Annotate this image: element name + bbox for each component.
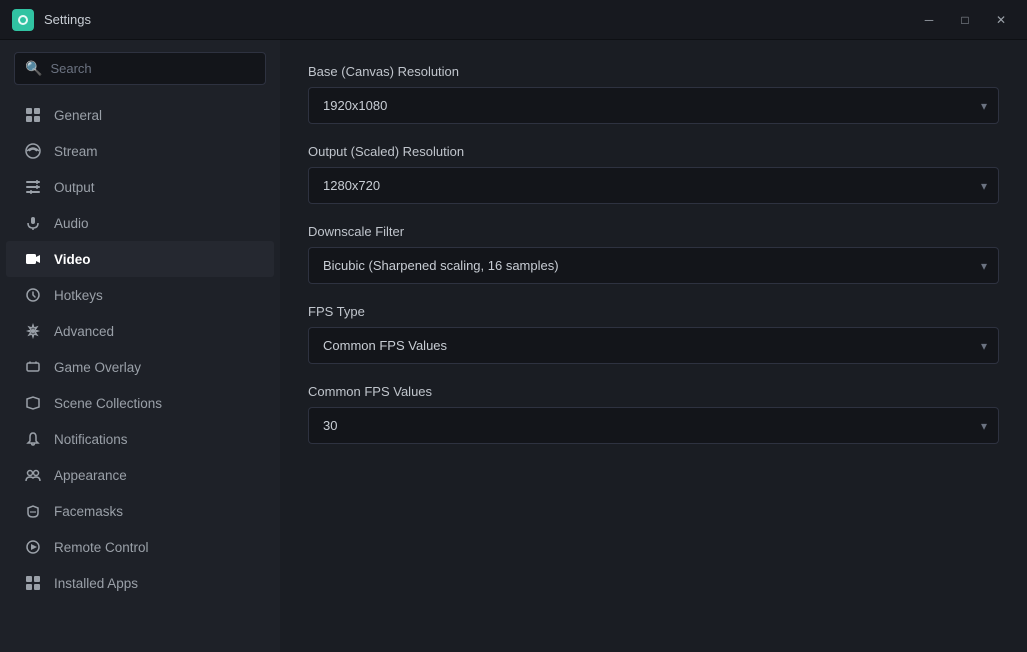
maximize-button[interactable]: □: [951, 10, 979, 30]
audio-icon: [24, 214, 42, 232]
sidebar-item-label-video: Video: [54, 252, 256, 267]
sidebar-item-output[interactable]: Output: [6, 169, 274, 205]
search-wrapper: 🔍: [14, 52, 266, 85]
game-overlay-icon: [24, 358, 42, 376]
hotkeys-icon: [24, 286, 42, 304]
sidebar-item-advanced[interactable]: Advanced: [6, 313, 274, 349]
select-wrapper-fps-type: Common FPS ValuesInteger FPS ValueFracti…: [308, 327, 999, 364]
sidebar-item-scene-collections[interactable]: Scene Collections: [6, 385, 274, 421]
stream-icon: [24, 142, 42, 160]
sidebar-item-game-overlay[interactable]: Game Overlay: [6, 349, 274, 385]
sidebar-item-label-notifications: Notifications: [54, 432, 256, 447]
select-wrapper-output-resolution: 1280x7201920x1080854x4801440x900▾: [308, 167, 999, 204]
sidebar-item-label-appearance: Appearance: [54, 468, 256, 483]
sidebar-item-label-installed-apps: Installed Apps: [54, 576, 256, 591]
select-base-resolution[interactable]: 1920x10801280x7201440x9002560x14403840x2…: [308, 87, 999, 124]
sidebar-item-remote-control[interactable]: Remote Control: [6, 529, 274, 565]
notifications-icon: [24, 430, 42, 448]
sidebar-item-label-output: Output: [54, 180, 256, 195]
general-icon: [24, 106, 42, 124]
scene-collections-icon: [24, 394, 42, 412]
output-icon: [24, 178, 42, 196]
sidebar-item-label-hotkeys: Hotkeys: [54, 288, 256, 303]
sidebar: 🔍 General Stream Output Audio Video Hotkeys Ad…: [0, 40, 280, 652]
advanced-icon: [24, 322, 42, 340]
sidebar-item-label-audio: Audio: [54, 216, 256, 231]
select-wrapper-common-fps-values: 3024254860120▾: [308, 407, 999, 444]
sidebar-item-notifications[interactable]: Notifications: [6, 421, 274, 457]
select-downscale-filter[interactable]: Bicubic (Sharpened scaling, 16 samples)B…: [308, 247, 999, 284]
installed-apps-icon: [24, 574, 42, 592]
fields-container: Base (Canvas) Resolution 1920x10801280x72…: [308, 64, 999, 444]
close-button[interactable]: ✕: [987, 10, 1015, 30]
sidebar-item-appearance[interactable]: Appearance: [6, 457, 274, 493]
appearance-icon: [24, 466, 42, 484]
sidebar-item-label-scene-collections: Scene Collections: [54, 396, 256, 411]
sidebar-item-hotkeys[interactable]: Hotkeys: [6, 277, 274, 313]
titlebar: Settings ─ □ ✕: [0, 0, 1027, 40]
sidebar-item-label-stream: Stream: [54, 144, 256, 159]
nav-list: General Stream Output Audio Video Hotkeys Adva…: [0, 97, 280, 601]
sidebar-item-facemasks[interactable]: Facemasks: [6, 493, 274, 529]
remote-control-icon: [24, 538, 42, 556]
sidebar-item-label-advanced: Advanced: [54, 324, 256, 339]
facemasks-icon: [24, 502, 42, 520]
sidebar-item-label-facemasks: Facemasks: [54, 504, 256, 519]
main-layout: 🔍 General Stream Output Audio Video Hotkeys Ad…: [0, 40, 1027, 652]
window-title: Settings: [44, 12, 915, 27]
label-base-resolution: Base (Canvas) Resolution: [308, 64, 999, 79]
select-common-fps-values[interactable]: 3024254860120: [308, 407, 999, 444]
search-icon: 🔍: [25, 60, 42, 77]
sidebar-item-audio[interactable]: Audio: [6, 205, 274, 241]
search-input[interactable]: [50, 61, 255, 76]
content-area: Base (Canvas) Resolution 1920x10801280x72…: [280, 40, 1027, 652]
video-icon: [24, 250, 42, 268]
label-fps-type: FPS Type: [308, 304, 999, 319]
select-output-resolution[interactable]: 1280x7201920x1080854x4801440x900: [308, 167, 999, 204]
app-logo: [12, 9, 34, 31]
sidebar-item-label-remote-control: Remote Control: [54, 540, 256, 555]
sidebar-item-stream[interactable]: Stream: [6, 133, 274, 169]
select-wrapper-base-resolution: 1920x10801280x7201440x9002560x14403840x2…: [308, 87, 999, 124]
window-controls: ─ □ ✕: [915, 10, 1015, 30]
minimize-button[interactable]: ─: [915, 10, 943, 30]
select-fps-type[interactable]: Common FPS ValuesInteger FPS ValueFracti…: [308, 327, 999, 364]
sidebar-item-video[interactable]: Video: [6, 241, 274, 277]
sidebar-item-general[interactable]: General: [6, 97, 274, 133]
sidebar-item-label-general: General: [54, 108, 256, 123]
sidebar-item-label-game-overlay: Game Overlay: [54, 360, 256, 375]
sidebar-item-installed-apps[interactable]: Installed Apps: [6, 565, 274, 601]
label-downscale-filter: Downscale Filter: [308, 224, 999, 239]
select-wrapper-downscale-filter: Bicubic (Sharpened scaling, 16 samples)B…: [308, 247, 999, 284]
search-container: 🔍: [0, 52, 280, 97]
label-output-resolution: Output (Scaled) Resolution: [308, 144, 999, 159]
label-common-fps-values: Common FPS Values: [308, 384, 999, 399]
